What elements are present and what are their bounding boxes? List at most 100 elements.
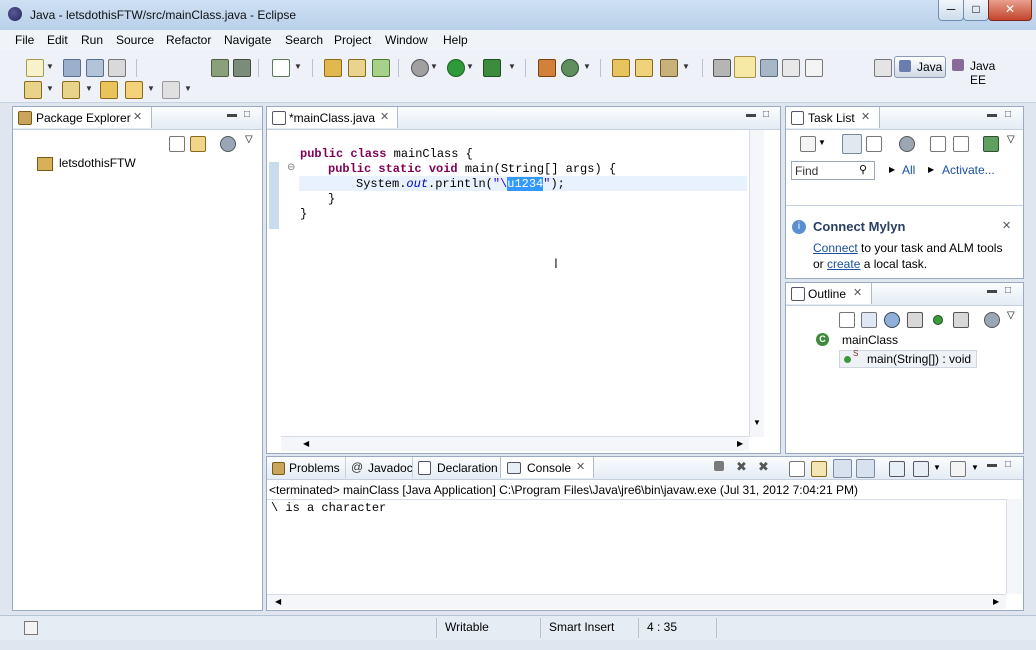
hide-static-icon[interactable]	[907, 312, 923, 328]
scheduled-icon[interactable]	[866, 136, 882, 152]
menu-navigate[interactable]: Navigate	[224, 33, 271, 47]
scroll-lock-icon[interactable]	[789, 461, 805, 477]
save-icon[interactable]	[63, 59, 81, 77]
open-type-icon[interactable]	[538, 59, 556, 77]
editor-horizontal-scrollbar[interactable]: ◀ ▶	[281, 436, 749, 451]
server-icon[interactable]	[233, 59, 251, 77]
close-tab-icon[interactable]: ✕	[133, 110, 142, 123]
new-task-dropdown-icon[interactable]: ▼	[818, 138, 826, 147]
remove-all-launches-icon[interactable]: ✖	[758, 459, 769, 475]
next-annotation-icon[interactable]	[24, 81, 42, 99]
connect-link[interactable]: Connect	[813, 241, 858, 255]
pen-dropdown-icon[interactable]: ▼	[682, 62, 690, 71]
show-whitespace-icon[interactable]	[782, 59, 800, 77]
fold-icon[interactable]: ⊖	[287, 162, 295, 173]
tab-outline[interactable]: Outline ✕	[786, 283, 872, 304]
paragraph-icon[interactable]	[805, 59, 823, 77]
new-dropdown-icon[interactable]: ▼	[46, 62, 54, 71]
last-edit-icon[interactable]	[100, 81, 118, 99]
outline-view-menu-icon[interactable]: ▽	[1007, 310, 1015, 321]
highlight-icon[interactable]	[734, 56, 756, 78]
back-dropdown-icon[interactable]: ▼	[147, 84, 155, 93]
minimize-editor-icon[interactable]: ▬	[746, 109, 756, 120]
minimize-view-icon[interactable]: ▬	[227, 109, 237, 120]
scroll-down-icon[interactable]: ▼	[753, 418, 761, 427]
new-icon[interactable]	[26, 59, 44, 77]
tab-console[interactable]: Console ✕	[500, 457, 594, 478]
maximize-editor-icon[interactable]: □	[763, 109, 769, 120]
minimize-task-list-icon[interactable]: ▬	[987, 109, 997, 120]
close-button[interactable]: ✕	[988, 0, 1032, 21]
terminate-icon[interactable]	[714, 461, 724, 471]
hide-fields-icon[interactable]	[884, 312, 900, 328]
editor-vertical-scrollbar[interactable]: ▼	[749, 130, 764, 437]
build-icon[interactable]	[211, 59, 229, 77]
new-package-icon[interactable]	[324, 59, 342, 77]
display-console-dropdown-icon[interactable]: ▼	[933, 463, 941, 472]
code-line-3[interactable]: System.out.println("\u1234");	[356, 177, 565, 191]
hide-completed-icon[interactable]	[930, 136, 946, 152]
new-junit-icon[interactable]	[348, 59, 366, 77]
console-scroll-right-icon[interactable]: ▶	[993, 597, 999, 606]
code-line-1[interactable]: public class mainClass {	[300, 147, 473, 161]
external-tools-dropdown-icon[interactable]: ▼	[508, 62, 516, 71]
task-activate[interactable]: Activate...	[942, 163, 995, 177]
view-menu-icon[interactable]	[220, 136, 236, 152]
tab-task-list[interactable]: Task List ✕	[786, 107, 880, 128]
open-folder-alt-icon[interactable]	[635, 59, 653, 77]
menu-project[interactable]: Project	[334, 33, 371, 47]
task-view-menu-icon[interactable]: ▽	[1007, 134, 1015, 145]
minimize-button[interactable]: ─	[938, 0, 964, 21]
new-task-icon[interactable]	[800, 136, 816, 152]
back-icon[interactable]	[125, 81, 143, 99]
scroll-left-icon[interactable]: ◀	[303, 439, 309, 448]
console-scroll-left-icon[interactable]: ◀	[275, 597, 281, 606]
hide-nonpublic-icon[interactable]	[933, 315, 943, 325]
outline-collapse-icon[interactable]	[839, 312, 855, 328]
create-link[interactable]: create	[827, 257, 860, 271]
maximize-view-icon[interactable]: □	[244, 109, 250, 120]
task-filter-all[interactable]: All	[902, 163, 915, 177]
outline-item-method[interactable]: S main(String[]) : void	[839, 349, 977, 368]
code-line-5[interactable]: }	[300, 207, 307, 221]
new-class-icon[interactable]	[372, 59, 390, 77]
menu-run[interactable]: Run	[81, 33, 103, 47]
prev-annotation-dropdown-icon[interactable]: ▼	[85, 84, 93, 93]
open-perspective-icon[interactable]	[874, 59, 892, 77]
forward-icon[interactable]	[162, 81, 180, 99]
scroll-right-icon[interactable]: ▶	[737, 439, 743, 448]
close-outline-icon[interactable]: ✕	[853, 286, 862, 299]
collapse-all-icon[interactable]	[169, 136, 185, 152]
minimize-console-icon[interactable]: ▬	[987, 459, 997, 470]
maximize-task-list-icon[interactable]: □	[1005, 109, 1011, 120]
code-line-2[interactable]: public static void main(String[] args) {	[328, 162, 616, 176]
save-all-icon[interactable]	[86, 59, 104, 77]
tab-mainclass-java[interactable]: *mainClass.java ✕	[267, 107, 398, 128]
menu-file[interactable]: File	[15, 33, 34, 47]
forward-dropdown-icon[interactable]: ▼	[184, 84, 192, 93]
close-task-list-icon[interactable]: ✕	[861, 110, 870, 123]
open-folder-icon[interactable]	[612, 59, 630, 77]
menu-refactor[interactable]: Refactor	[166, 33, 211, 47]
code-line-4[interactable]: }	[328, 192, 335, 206]
open-task-icon[interactable]	[561, 59, 579, 77]
task-dropdown-icon[interactable]: ▼	[294, 62, 302, 71]
tab-declaration[interactable]: Declaration	[412, 457, 500, 478]
show-stdout-icon[interactable]	[833, 459, 852, 478]
clear-console-icon[interactable]	[811, 461, 827, 477]
next-annotation-dropdown-icon[interactable]: ▼	[46, 84, 54, 93]
console-vertical-scrollbar[interactable]	[1006, 499, 1022, 594]
close-mylyn-icon[interactable]: ✕	[1002, 219, 1011, 232]
open-task-dropdown-icon[interactable]: ▼	[583, 62, 591, 71]
pin-console-icon[interactable]	[889, 461, 905, 477]
open-console-icon[interactable]	[950, 461, 966, 477]
run-icon[interactable]	[447, 59, 465, 77]
hide-local-types-icon[interactable]	[953, 312, 969, 328]
run-dropdown-icon[interactable]: ▼	[466, 62, 474, 71]
debug-dropdown-icon[interactable]: ▼	[430, 62, 438, 71]
focus-icon[interactable]	[899, 136, 915, 152]
console-output-area[interactable]: \ is a character	[267, 499, 1006, 595]
sync-icon[interactable]	[983, 136, 999, 152]
task-find-input[interactable]: Find ⚲	[791, 161, 875, 180]
show-stderr-icon[interactable]	[856, 459, 875, 478]
